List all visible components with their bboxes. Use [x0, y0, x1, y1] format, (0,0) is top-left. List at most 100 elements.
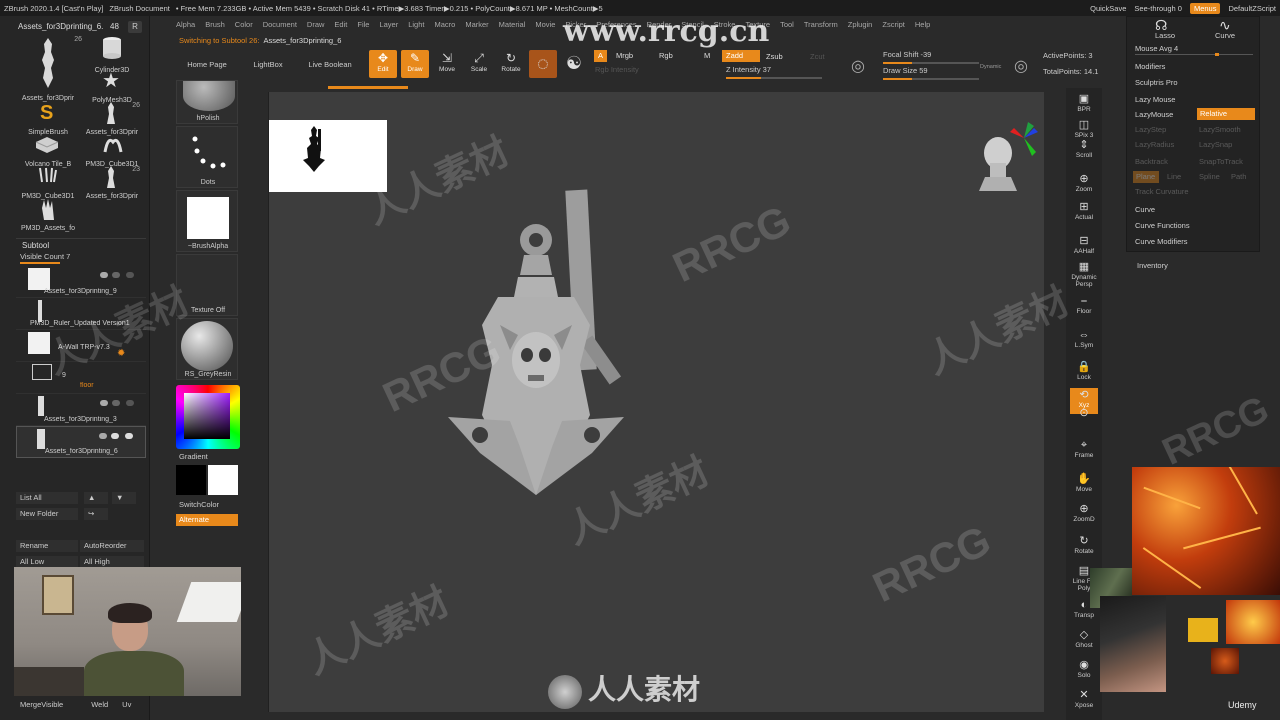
- subtool-toggles[interactable]: [99, 433, 139, 439]
- curve-functions-header[interactable]: Curve Functions: [1135, 221, 1190, 230]
- yin-yang-icon[interactable]: ☯: [563, 52, 585, 74]
- arrow-icon[interactable]: ↪: [84, 508, 108, 520]
- menu-movie[interactable]: Movie: [535, 20, 555, 29]
- default-zscript-button[interactable]: DefaultZScript: [1228, 4, 1276, 13]
- menu-tool[interactable]: Tool: [780, 20, 794, 29]
- shelf-actual-button[interactable]: ⊞ Actual: [1070, 200, 1098, 226]
- z-intensity-slider[interactable]: Z Intensity 37: [726, 65, 822, 79]
- spline-toggle[interactable]: Spline: [1199, 172, 1220, 181]
- auto-reorder-button[interactable]: AutoReorder: [80, 540, 144, 552]
- plane-toggle[interactable]: Plane: [1133, 171, 1159, 183]
- edit-button[interactable]: ✥ Edit: [369, 50, 397, 78]
- subtool-folder-row[interactable]: 9 floor: [16, 362, 146, 394]
- tool-r-button[interactable]: R: [128, 21, 142, 33]
- curve-label[interactable]: Curve: [1215, 31, 1235, 40]
- draw-button[interactable]: ✎ Draw: [401, 50, 429, 78]
- move-down-icon[interactable]: ▼: [112, 492, 136, 504]
- shelf-bpr-button[interactable]: ▣ BPR: [1070, 92, 1098, 118]
- lazymouse-toggle[interactable]: LazyMouse: [1135, 110, 1173, 119]
- tool-thumb-asset-4[interactable]: 23 Assets_for3Dprir: [80, 166, 142, 200]
- shelf-ghost-button[interactable]: ◇ Ghost: [1070, 628, 1098, 654]
- relative-toggle[interactable]: Relative: [1197, 108, 1255, 120]
- shelf-dynamic-persp-button[interactable]: ▦ Dynamic Persp: [1070, 260, 1098, 288]
- focal-icon[interactable]: ◎: [851, 56, 865, 76]
- lazy-mouse-header[interactable]: Lazy Mouse: [1135, 95, 1175, 104]
- menu-document[interactable]: Document: [263, 20, 297, 29]
- visible-count-slider[interactable]: Visible Count 7: [20, 252, 70, 261]
- switch-color-button[interactable]: SwitchColor: [179, 500, 219, 509]
- material-swatch[interactable]: RS_GreyResin: [176, 318, 238, 380]
- uv-button[interactable]: Uv: [122, 700, 131, 709]
- snaptotrack-toggle[interactable]: SnapToTrack: [1199, 157, 1243, 166]
- rgb-toggle[interactable]: Rgb: [655, 50, 677, 62]
- shelf-l-sym-button[interactable]: ⇔ L.Sym: [1070, 328, 1098, 354]
- lightbox-button[interactable]: LightBox: [244, 56, 292, 74]
- menu-marker[interactable]: Marker: [465, 20, 488, 29]
- subtool-row[interactable]: Assets_for3Dprinting_9: [16, 266, 146, 298]
- list-all-button[interactable]: List All: [16, 492, 78, 504]
- sculptris-pro-header[interactable]: Sculptris Pro: [1135, 78, 1178, 87]
- tool-thumb-volcano[interactable]: Volcano Tile_B: [16, 134, 78, 168]
- shelf-frame-button[interactable]: ⌖ Frame: [1070, 438, 1098, 464]
- shelf-scroll-button[interactable]: ⇕ Scroll: [1070, 138, 1098, 164]
- lasso-label[interactable]: Lasso: [1155, 31, 1175, 40]
- zsub-toggle[interactable]: Zsub: [762, 51, 787, 63]
- shelf-xpose-button[interactable]: ✕ Xpose: [1070, 688, 1098, 714]
- subtool-row[interactable]: A-Wall TRP-v7.3 ✹: [16, 330, 146, 362]
- menu-transform[interactable]: Transform: [804, 20, 838, 29]
- menu-alpha[interactable]: Alpha: [176, 20, 195, 29]
- lazysmooth-slider[interactable]: LazySmooth: [1199, 125, 1241, 134]
- modifiers-header[interactable]: Modifiers: [1135, 62, 1165, 71]
- move-up-icon[interactable]: ▲: [84, 492, 108, 504]
- sculptris-icon[interactable]: ◌: [529, 50, 557, 78]
- tool-thumb-asset-3[interactable]: 26 Assets_for3Dprir: [80, 102, 142, 136]
- shelf-zoomd-button[interactable]: ⊕ ZoomD: [1070, 502, 1098, 528]
- backtrack-toggle[interactable]: Backtrack: [1135, 157, 1168, 166]
- shelf-aahalf-button[interactable]: ⊟ AAHalf: [1070, 234, 1098, 260]
- scale-button[interactable]: ⤢ Scale: [465, 50, 493, 78]
- shelf-floor-button[interactable]: ⎯ Floor: [1070, 294, 1098, 320]
- rotate-button[interactable]: ↻ Rotate: [497, 50, 525, 78]
- new-folder-button[interactable]: New Folder: [16, 508, 78, 520]
- live-boolean-button[interactable]: Live Boolean: [300, 56, 360, 74]
- axis-gizmo[interactable]: [1004, 118, 1044, 158]
- alternate-button[interactable]: Alternate: [176, 514, 238, 526]
- lazyradius-slider[interactable]: LazyRadius: [1135, 140, 1174, 149]
- see-through-slider[interactable]: See-through 0: [1134, 4, 1182, 13]
- subtool-toggles[interactable]: [100, 400, 140, 406]
- subtool-row[interactable]: Assets_for3Dprinting_3: [16, 394, 146, 426]
- sculpt-model[interactable]: [440, 185, 640, 515]
- tool-thumb-pm3d-cube-2[interactable]: PM3D_Cube3D1: [16, 166, 78, 200]
- zadd-toggle[interactable]: Zadd: [722, 50, 760, 62]
- menu-macro[interactable]: Macro: [434, 20, 455, 29]
- a-toggle[interactable]: A: [594, 50, 608, 62]
- quicksave-button[interactable]: QuickSave: [1090, 4, 1126, 13]
- tool-thumb-pm3d-cube-1[interactable]: PM3D_Cube3D1: [80, 134, 142, 168]
- main-secondary-colors[interactable]: [176, 465, 238, 497]
- menu-file[interactable]: File: [357, 20, 369, 29]
- subtool-row[interactable]: PM3D_Ruler_Updated Version1: [16, 298, 146, 330]
- weld-button[interactable]: Weld: [91, 700, 108, 709]
- subtool-toggles[interactable]: [100, 272, 140, 278]
- track-curvature-slider[interactable]: Track Curvature: [1135, 187, 1189, 196]
- rgb-intensity-slider[interactable]: Rgb Intensity: [595, 65, 639, 74]
- color-picker[interactable]: [176, 385, 240, 449]
- texture-swatch[interactable]: Texture Off: [176, 254, 238, 316]
- merge-visible-button[interactable]: MergeVisible: [20, 700, 63, 709]
- tool-thumb-cylinder[interactable]: Cylinder3D: [80, 36, 142, 74]
- alpha-swatch[interactable]: ~BrushAlpha: [176, 190, 238, 252]
- navigator-thumbnail[interactable]: [269, 120, 387, 192]
- tool-thumb-pm3d-assets[interactable]: PM3D_Assets_fo: [16, 198, 78, 232]
- tool-thumb-asset-2[interactable]: Assets_for3Dprir: [16, 88, 78, 102]
- inventory-header[interactable]: Inventory: [1137, 261, 1168, 270]
- menus-toggle[interactable]: Menus: [1189, 2, 1221, 14]
- focal-shift-slider[interactable]: Focal Shift -39: [883, 50, 979, 64]
- shelf-move-button[interactable]: ✋ Move: [1070, 472, 1098, 498]
- curve-modifiers-header[interactable]: Curve Modifiers: [1135, 237, 1188, 246]
- move-button[interactable]: ⇲ Move: [433, 50, 461, 78]
- path-toggle[interactable]: Path: [1231, 172, 1246, 181]
- mouse-avg-slider[interactable]: Mouse Avg 4: [1135, 44, 1178, 53]
- menu-layer[interactable]: Layer: [379, 20, 398, 29]
- menu-edit[interactable]: Edit: [334, 20, 347, 29]
- line-toggle[interactable]: Line: [1167, 172, 1181, 181]
